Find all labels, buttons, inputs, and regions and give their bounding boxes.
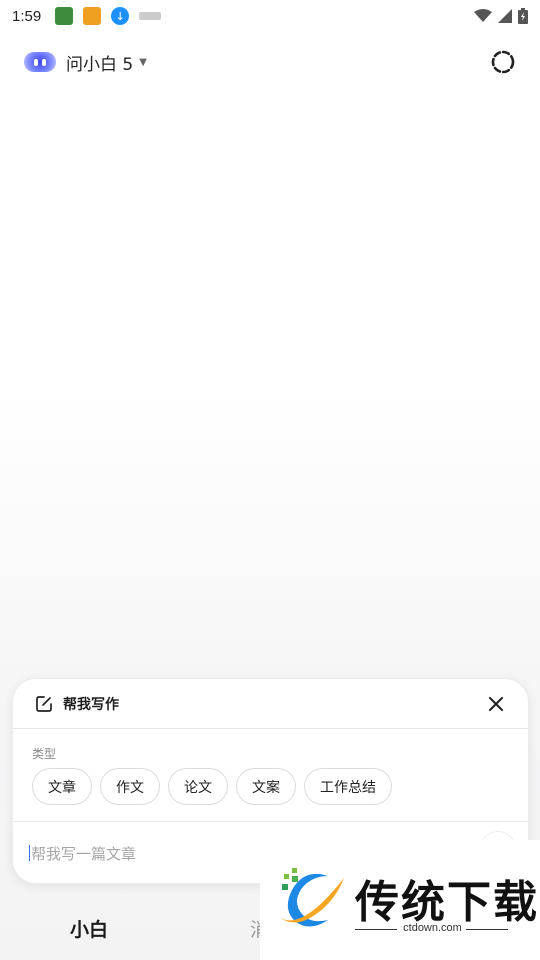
download-icon: ↓ [111,7,130,25]
chip-work-summary[interactable]: 工作总结 [304,768,392,805]
watermark-logo-icon [278,868,344,927]
nav-tab-xiaobai[interactable]: 小白 [70,915,108,942]
panel-title: 帮我写作 [63,696,119,713]
close-icon[interactable] [486,694,506,714]
battery-icon [518,8,528,24]
panel-divider [13,821,528,822]
bot-logo-icon [24,52,56,72]
edit-icon [36,695,52,712]
top-header: 问小白 5 ▼ [0,40,540,84]
chip-essay[interactable]: 作文 [100,768,160,805]
chip-copywriting[interactable]: 文案 [236,768,296,805]
status-bar: 1:59 ↓ [0,0,540,32]
signal-icon [498,9,512,23]
watermark-text: 传统下载 [355,877,539,928]
type-label: 类型 [32,747,57,761]
panel-header: 帮我写作 [13,679,528,729]
watermark: 传统下载 ctdown.com [260,840,540,960]
chevron-down-icon[interactable]: ▼ [139,57,147,68]
wechat-icon [55,7,74,25]
watermark-url: ctdown.com [403,922,462,934]
watermark-line-right [466,929,508,930]
status-notification-icons: ↓ [55,7,162,25]
chip-article[interactable]: 文章 [32,768,92,805]
wifi-icon [474,9,492,22]
history-icon[interactable] [490,49,516,75]
status-system-icons [474,8,528,24]
prompt-placeholder: 帮我写一篇文章 [31,844,137,863]
type-chip-list: 文章 作文 论文 文案 工作总结 [32,768,392,805]
text-cursor [29,845,30,861]
model-selector[interactable]: 问小白 5 [66,50,133,75]
chip-paper[interactable]: 论文 [168,768,228,805]
status-time: 1:59 [12,7,42,25]
app-small-icon [139,12,162,20]
app-orange-icon [83,7,102,25]
